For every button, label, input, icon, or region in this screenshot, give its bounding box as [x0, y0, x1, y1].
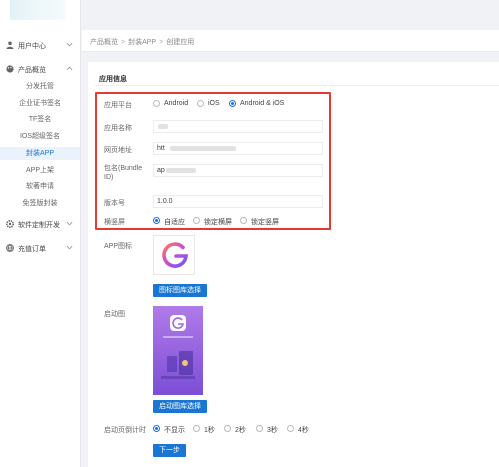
orientation-adaptive-radio[interactable] — [153, 217, 160, 224]
platform-label: 应用平台 — [104, 102, 132, 109]
platform-option-label[interactable]: Android & iOS — [240, 100, 284, 107]
redacted-value — [166, 168, 196, 173]
sidebar-item-copyright[interactable]: 软著申请 — [0, 180, 80, 193]
section-title: 应用信息 — [99, 76, 127, 83]
gear-icon — [6, 220, 14, 228]
sidebar-group-recharge-orders[interactable]: 充值订单 — [0, 241, 81, 255]
orientation-label: 横竖屏 — [104, 219, 125, 226]
sidebar-item-enterprise-cert[interactable]: 企业证书签名 — [0, 97, 80, 110]
splash-image-icon — [153, 306, 203, 395]
countdown-3s-radio[interactable] — [256, 425, 263, 432]
highlight-box — [95, 92, 331, 230]
version-value: 1.0.0 — [157, 198, 173, 205]
countdown-1s-radio[interactable] — [193, 425, 200, 432]
splash-label: 启动图 — [104, 311, 125, 318]
countdown-2s-radio[interactable] — [224, 425, 231, 432]
globe-icon — [6, 244, 14, 252]
chevron-down-icon — [66, 221, 73, 226]
breadcrumb-current: 创建应用 — [166, 39, 195, 46]
bundle-id-label: 包名(Bundle ID) — [104, 164, 142, 182]
chevron-up-icon — [66, 66, 73, 71]
chevron-down-icon — [66, 245, 73, 250]
countdown-option-label[interactable]: 4秒 — [298, 425, 309, 435]
sidebar: 用户中心 产品概览 分发托管 企业证书签名 TF签名 IOS超级签名 封装APP… — [0, 0, 81, 467]
orientation-portrait-radio[interactable] — [240, 217, 247, 224]
version-label: 版本号 — [104, 200, 125, 207]
orientation-option-label[interactable]: 锁定竖屏 — [251, 217, 279, 227]
app-icon-label: APP图标 — [104, 243, 133, 250]
version-input[interactable]: 1.0.0 — [153, 195, 323, 208]
countdown-option-label[interactable]: 1秒 — [204, 425, 215, 435]
sidebar-group-label: 充值订单 — [18, 246, 46, 253]
bundle-id-label-line: ID) — [104, 174, 114, 181]
sidebar-group-label: 用户中心 — [18, 43, 46, 50]
next-step-button[interactable]: 下一步 — [153, 444, 186, 457]
sidebar-item-wrap-app[interactable]: 封装APP — [0, 147, 80, 160]
countdown-none-radio[interactable] — [153, 425, 160, 432]
redacted-value — [158, 124, 168, 129]
splash-library-button[interactable]: 启动图库选择 — [153, 400, 207, 413]
sidebar-item-ios-super-sign[interactable]: IOS超级签名 — [0, 130, 80, 143]
sidebar-group-custom-dev[interactable]: 软件定制开发 — [0, 217, 81, 231]
orientation-landscape-radio[interactable] — [193, 217, 200, 224]
orientation-option-label[interactable]: 锁定横屏 — [204, 217, 232, 227]
chevron-down-icon — [66, 42, 73, 47]
countdown-option-label[interactable]: 不显示 — [164, 425, 185, 435]
breadcrumb-separator: > — [159, 39, 164, 46]
redacted-value — [170, 146, 236, 151]
countdown-label: 启动页倒计时 — [104, 427, 146, 434]
user-icon — [6, 41, 14, 49]
breadcrumb-item[interactable]: 产品概览 — [90, 39, 118, 46]
sidebar-group-user-center[interactable]: 用户中心 — [0, 38, 81, 52]
countdown-option-label[interactable]: 2秒 — [235, 425, 246, 435]
sidebar-group-label: 产品概览 — [18, 67, 46, 74]
app-name-label: 应用名称 — [104, 125, 132, 132]
breadcrumb-separator: > — [121, 39, 126, 46]
top-bar: 产品概览 > 封装APP > 创建应用 — [82, 30, 499, 52]
sidebar-item-app-listing[interactable]: APP上架 — [0, 164, 80, 177]
bundle-id-value: ap — [157, 167, 165, 174]
breadcrumb-item[interactable]: 封装APP — [128, 39, 156, 46]
orientation-option-label[interactable]: 自适应 — [164, 217, 185, 227]
sidebar-group-label: 软件定制开发 — [18, 222, 60, 229]
url-value: htt — [157, 145, 165, 152]
palette-icon — [6, 65, 14, 73]
platform-option-label[interactable]: Android — [164, 100, 188, 107]
platform-ios-radio[interactable] — [197, 100, 204, 107]
app-icon-preview — [153, 235, 195, 275]
splash-preview — [153, 306, 203, 395]
sidebar-item-nosign-wrap[interactable]: 免签版封装 — [0, 197, 80, 210]
section-divider — [95, 85, 499, 86]
sidebar-item-tf-sign[interactable]: TF签名 — [0, 113, 80, 126]
platform-android-radio[interactable] — [153, 100, 160, 107]
app-name-input[interactable] — [153, 120, 323, 133]
bundle-id-label-line: 包名(Bundle — [104, 165, 143, 172]
countdown-option-label[interactable]: 3秒 — [267, 425, 278, 435]
breadcrumb: 产品概览 > 封装APP > 创建应用 — [90, 37, 194, 47]
url-label: 网页地址 — [104, 147, 132, 154]
countdown-4s-radio[interactable] — [287, 425, 294, 432]
logo — [10, 0, 66, 20]
platform-both-radio[interactable] — [229, 100, 236, 107]
icon-library-button[interactable]: 图标图库选择 — [153, 284, 207, 297]
sidebar-group-product-overview[interactable]: 产品概览 — [0, 62, 81, 76]
platform-option-label[interactable]: iOS — [208, 100, 220, 107]
sidebar-item-distribution[interactable]: 分发托管 — [0, 80, 80, 93]
g-logo-icon — [162, 242, 188, 268]
